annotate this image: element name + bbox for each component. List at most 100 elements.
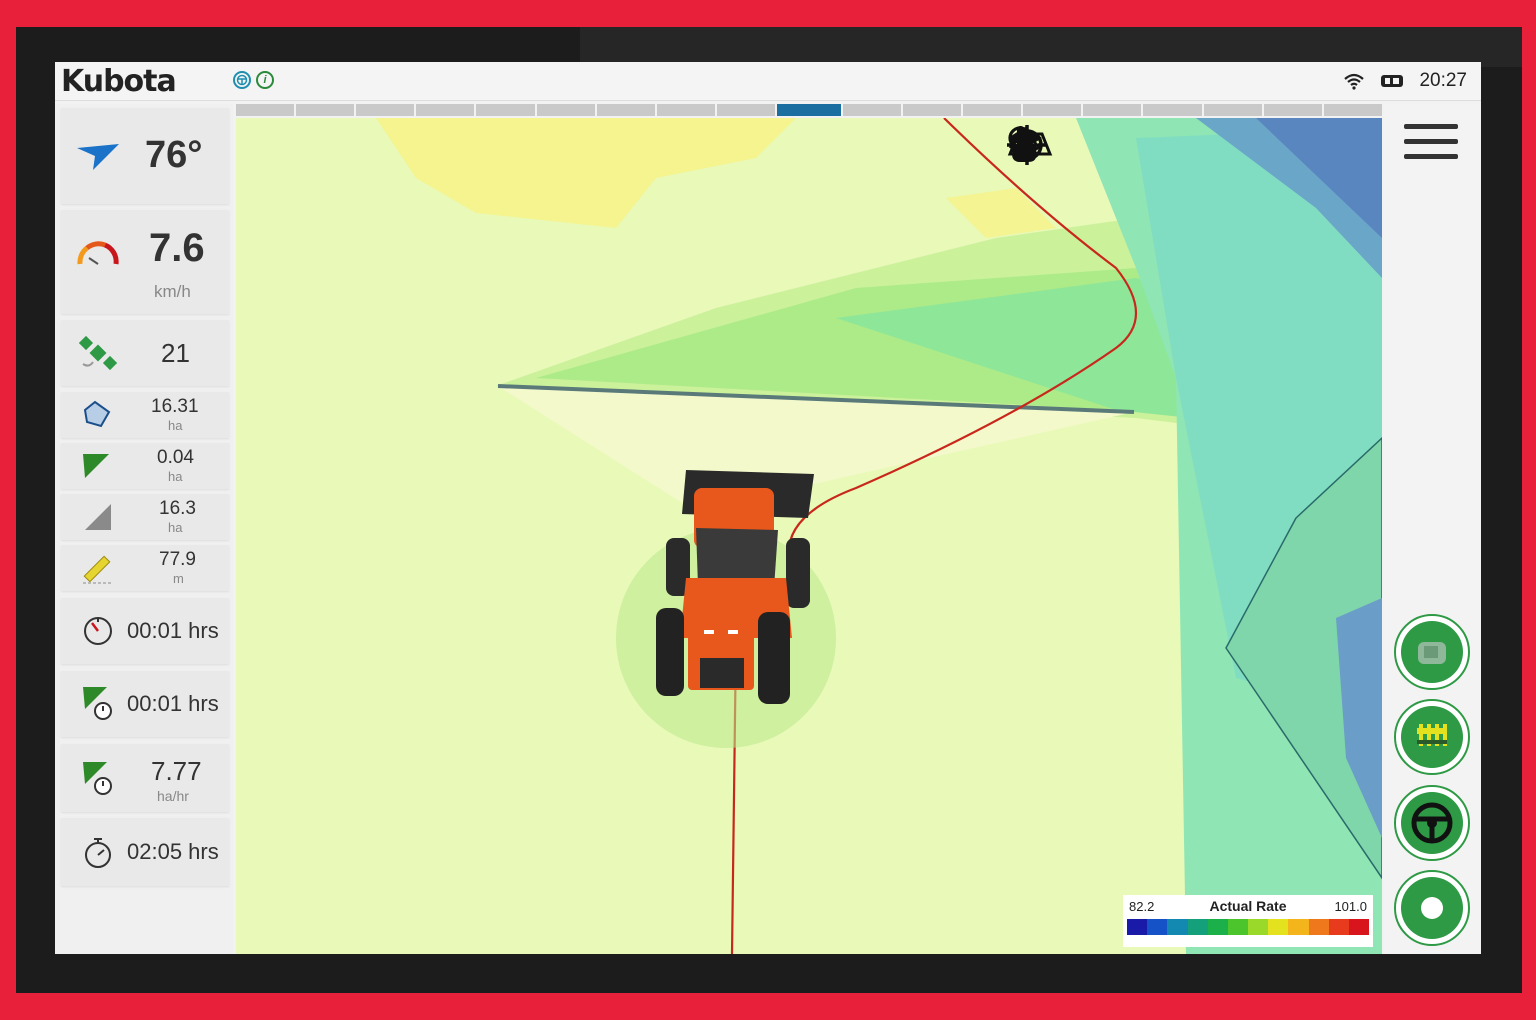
applied-area-unit: ha [168, 469, 183, 484]
legend-color-scale [1127, 919, 1370, 935]
remaining-area-tile[interactable]: 16.3 ha [61, 494, 229, 540]
satellite-icon [79, 335, 117, 371]
menu-icon-bar [1404, 139, 1458, 144]
satellites-tile[interactable]: 21 [61, 320, 229, 386]
applied-area-tile[interactable]: 0.04 ha [61, 443, 229, 489]
progress-segment [476, 104, 535, 116]
layers-button[interactable] [1008, 124, 1356, 164]
work-rate-value: 7.77 [151, 756, 202, 786]
pan-button[interactable] [1012, 124, 1170, 164]
steering-status-icon[interactable] [233, 71, 251, 89]
implement-button[interactable] [1394, 614, 1470, 690]
map-toolbar [1006, 124, 1356, 165]
distance-unit: m [173, 571, 184, 586]
distance-value: 77.9 [159, 549, 196, 570]
work-timer-icon [83, 687, 112, 720]
steering-button[interactable] [1394, 785, 1470, 861]
legend-max: 101.0 [1334, 899, 1367, 914]
heading-value: 76° [145, 134, 203, 176]
remaining-area-value: 16.3 [159, 498, 196, 519]
zoom-in-button[interactable] [1008, 124, 1108, 164]
progress-segment [296, 104, 355, 116]
legend-color-swatch [1348, 919, 1370, 935]
info-icon[interactable]: i [256, 71, 274, 89]
speed-tile[interactable]: 7.6 km/h [61, 210, 229, 314]
satellites-value: 21 [161, 338, 190, 368]
layers-icon [1008, 127, 1042, 159]
system-status-icons: i [233, 71, 274, 89]
record-icon [1421, 897, 1443, 919]
work-time-tile[interactable]: 00:01 hrs [61, 671, 229, 737]
time-remaining-tile[interactable]: 02:05 hrs [61, 818, 229, 886]
section-control-button[interactable] [1394, 699, 1470, 775]
menu-icon-bar [1404, 154, 1458, 159]
rate-legend: 82.2 Actual Rate 101.0 [1123, 895, 1373, 947]
progress-segment [963, 104, 1022, 116]
record-button[interactable] [1394, 870, 1470, 946]
progress-segment [1203, 104, 1262, 116]
legend-color-swatch [1248, 919, 1269, 935]
field-area-tile[interactable]: 16.31 ha [61, 392, 229, 438]
legend-color-swatch [1288, 919, 1309, 935]
heading-tile[interactable]: 76° [61, 108, 229, 204]
elapsed-time-value: 00:01 hrs [127, 618, 219, 643]
legend-color-swatch [1268, 919, 1289, 935]
top-status-bar: Kubota i 20:27 [55, 62, 1481, 101]
progress-segment [236, 104, 295, 116]
clock: 20:27 [1419, 70, 1467, 91]
center-target-button[interactable] [1007, 124, 1294, 165]
progress-segment [1323, 104, 1382, 116]
progress-segment [716, 104, 775, 116]
remaining-area-unit: ha [168, 520, 183, 535]
elapsed-time-tile[interactable]: 00:01 hrs [61, 598, 229, 664]
speed-value: 7.6 [149, 226, 205, 270]
ruler-icon [83, 555, 111, 584]
work-rate-unit: ha/hr [157, 788, 189, 804]
right-control-column [1384, 104, 1481, 954]
progress-segment [842, 104, 902, 116]
stopwatch-icon [85, 838, 111, 868]
applied-area-icon [83, 454, 109, 478]
legend-color-swatch [1328, 919, 1349, 935]
field-area-value: 16.31 [151, 396, 199, 417]
timer-icon [84, 617, 112, 645]
progress-segment-active [776, 104, 841, 116]
time-remaining-value: 02:05 hrs [127, 839, 219, 864]
view-3d-button[interactable] [1007, 124, 1232, 164]
heading-arrow-icon [77, 144, 119, 170]
implement-icon [1418, 642, 1446, 664]
menu-icon-bar [1404, 124, 1458, 129]
connectivity-status: 20:27 [1343, 70, 1467, 92]
progress-segment [656, 104, 715, 116]
legend-color-swatch [1147, 919, 1168, 935]
field-area-icon [83, 400, 111, 428]
display-screen: Kubota i 20:27 76° 7.6 km/h 21 16.31 ha … [55, 62, 1481, 954]
progress-segment [1143, 104, 1202, 116]
work-rate-tile[interactable]: 7.77 ha/hr [61, 744, 229, 812]
work-rate-icon [83, 762, 112, 795]
progress-segment [596, 104, 655, 116]
bezel-sheen [580, 27, 1522, 67]
work-time-value: 00:01 hrs [127, 691, 219, 716]
brand-logo: Kubota [61, 64, 177, 99]
section-control-icon [1417, 724, 1447, 746]
progress-segment [1023, 104, 1082, 116]
applied-area-value: 0.04 [157, 447, 194, 468]
stats-panel: 76° 7.6 km/h 21 16.31 ha 0.04 ha 16.3 ha… [55, 104, 233, 954]
progress-segment [1263, 104, 1322, 116]
menu-button[interactable] [1404, 124, 1458, 169]
legend-color-swatch [1167, 919, 1188, 935]
progress-segment [536, 104, 595, 116]
guidance-progress-bar [236, 104, 1382, 116]
progress-segment [356, 104, 415, 116]
progress-segment [1083, 104, 1142, 116]
field-map-view[interactable]: 82.2 Actual Rate 101.0 [236, 118, 1382, 954]
progress-segment [903, 104, 962, 116]
distance-tile[interactable]: 77.9 m [61, 545, 229, 591]
progress-segment [416, 104, 475, 116]
legend-color-swatch [1207, 919, 1228, 935]
remaining-area-icon [85, 504, 111, 530]
field-area-unit: ha [168, 418, 183, 433]
legend-color-swatch [1308, 919, 1329, 935]
speed-unit: km/h [154, 282, 191, 301]
